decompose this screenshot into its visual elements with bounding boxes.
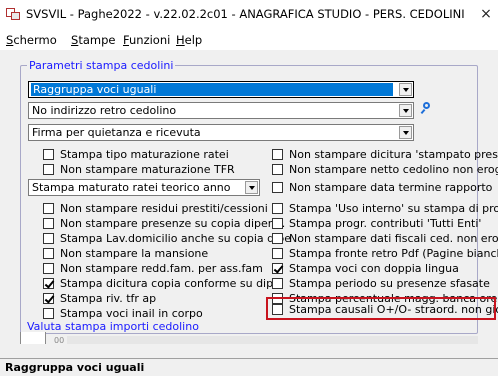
- valuta-importi-link[interactable]: Valuta stampa importi cedolino: [27, 320, 199, 333]
- checkbox-label: Non stampare presenze su copia dipend.: [60, 217, 286, 230]
- checkbox[interactable]: [43, 218, 54, 229]
- app-window-icon: [6, 8, 20, 20]
- checkbox-label: Stampa fronte retro Pdf (Pagine bianche): [289, 247, 498, 260]
- checkbox[interactable]: [43, 308, 54, 319]
- checkbox-label: Stampa progr. contributi 'Tutti Enti': [289, 217, 482, 230]
- chevron-down-icon[interactable]: [399, 83, 412, 96]
- chevron-down-icon[interactable]: [399, 126, 412, 139]
- status-divider: [0, 358, 498, 359]
- checkbox[interactable]: [272, 233, 283, 244]
- checkbox[interactable]: [272, 218, 283, 229]
- maturato-combo[interactable]: Stampa maturato ratei teorico anno: [28, 179, 260, 196]
- maturato-value: Stampa maturato ratei teorico anno: [32, 181, 231, 194]
- indirizzo-value: No indirizzo retro cedolino: [32, 104, 177, 117]
- checkbox[interactable]: [43, 233, 54, 244]
- raggruppa-combo[interactable]: Raggruppa voci uguali: [28, 81, 414, 98]
- menu-help[interactable]: Help: [176, 33, 202, 47]
- group-title: Parametri stampa cedolini: [27, 59, 176, 72]
- nav-scrollbar[interactable]: [67, 336, 478, 344]
- menu-stampe[interactable]: Stampe: [71, 33, 115, 47]
- chevron-down-icon[interactable]: [399, 104, 412, 117]
- checkbox-label: Non stampare residui prestiti/cessioni: [60, 202, 268, 215]
- checkbox-checked[interactable]: [43, 278, 54, 289]
- checkbox-label: Non stampare netto cedolino non erogato: [289, 163, 498, 176]
- search-icon[interactable]: [420, 102, 433, 115]
- checkbox[interactable]: [272, 164, 283, 175]
- checkbox-label: Stampa 'Uso interno' su stampa di prova: [289, 202, 498, 215]
- dialog-client-area: Parametri stampa cedolini Raggruppa voci…: [0, 50, 498, 345]
- menu-funzioni[interactable]: Funzioni: [123, 33, 170, 47]
- firma-value: Firma per quietanza e ricevuta: [32, 126, 201, 139]
- status-bar: Raggruppa voci uguali: [0, 344, 498, 376]
- checkbox-label: Non stampare data termine rapporto: [289, 181, 493, 194]
- checkbox[interactable]: [43, 263, 54, 274]
- chevron-down-icon[interactable]: [245, 181, 258, 194]
- checkbox-checked[interactable]: [43, 293, 54, 304]
- menu-bar: Schermo Stampe Funzioni Help: [0, 30, 498, 50]
- firma-combo[interactable]: Firma per quietanza e ricevuta: [28, 124, 414, 141]
- title-bar: SVSVIL - Paghe2022 - v.22.02.2c01 - ANAG…: [0, 0, 498, 30]
- checkbox-label: Stampa tipo maturazione ratei: [60, 148, 229, 161]
- checkbox[interactable]: [43, 248, 54, 259]
- checkbox-checked[interactable]: [272, 263, 283, 274]
- indirizzo-combo[interactable]: No indirizzo retro cedolino: [28, 102, 414, 119]
- checkbox[interactable]: [43, 164, 54, 175]
- checkbox-label: Stampa dicitura copia conforme su dipe: [60, 277, 280, 290]
- checkbox[interactable]: [272, 248, 283, 259]
- highlight-rectangle: [266, 297, 496, 320]
- checkbox-label: Stampa riv. tfr ap: [60, 292, 157, 305]
- checkbox[interactable]: [272, 149, 283, 160]
- checkbox-label: Non stampare dicitura 'stampato presso': [289, 148, 498, 161]
- close-button[interactable]: ×: [476, 4, 496, 24]
- checkbox[interactable]: [43, 203, 54, 214]
- checkbox-label: Non stampare maturazione TFR: [60, 163, 235, 176]
- window-title: SVSVIL - Paghe2022 - v.22.02.2c01 - ANAG…: [26, 7, 465, 21]
- checkbox-label: Stampa voci con doppia lingua: [289, 262, 459, 275]
- raggruppa-value: Raggruppa voci uguali: [31, 83, 393, 96]
- checkbox-label: Non stampare dati fiscali ced. non erog.: [289, 232, 498, 245]
- status-text: Raggruppa voci uguali: [5, 361, 145, 374]
- checkbox-label: Non stampare redd.fam. per ass.fam: [60, 262, 263, 275]
- checkbox-label: Stampa periodo su presenze sfasate: [289, 277, 490, 290]
- checkbox-label: Stampa Lav.domicilio anche su copia dipe: [60, 232, 291, 245]
- checkbox[interactable]: [272, 203, 283, 214]
- menu-schermo[interactable]: Schermo: [6, 33, 57, 47]
- checkbox[interactable]: [272, 278, 283, 289]
- checkbox-label: Non stampare la mansione: [60, 247, 209, 260]
- checkbox-label: Stampa voci inail in corpo: [60, 307, 203, 320]
- checkbox[interactable]: [43, 149, 54, 160]
- checkbox[interactable]: [272, 182, 283, 193]
